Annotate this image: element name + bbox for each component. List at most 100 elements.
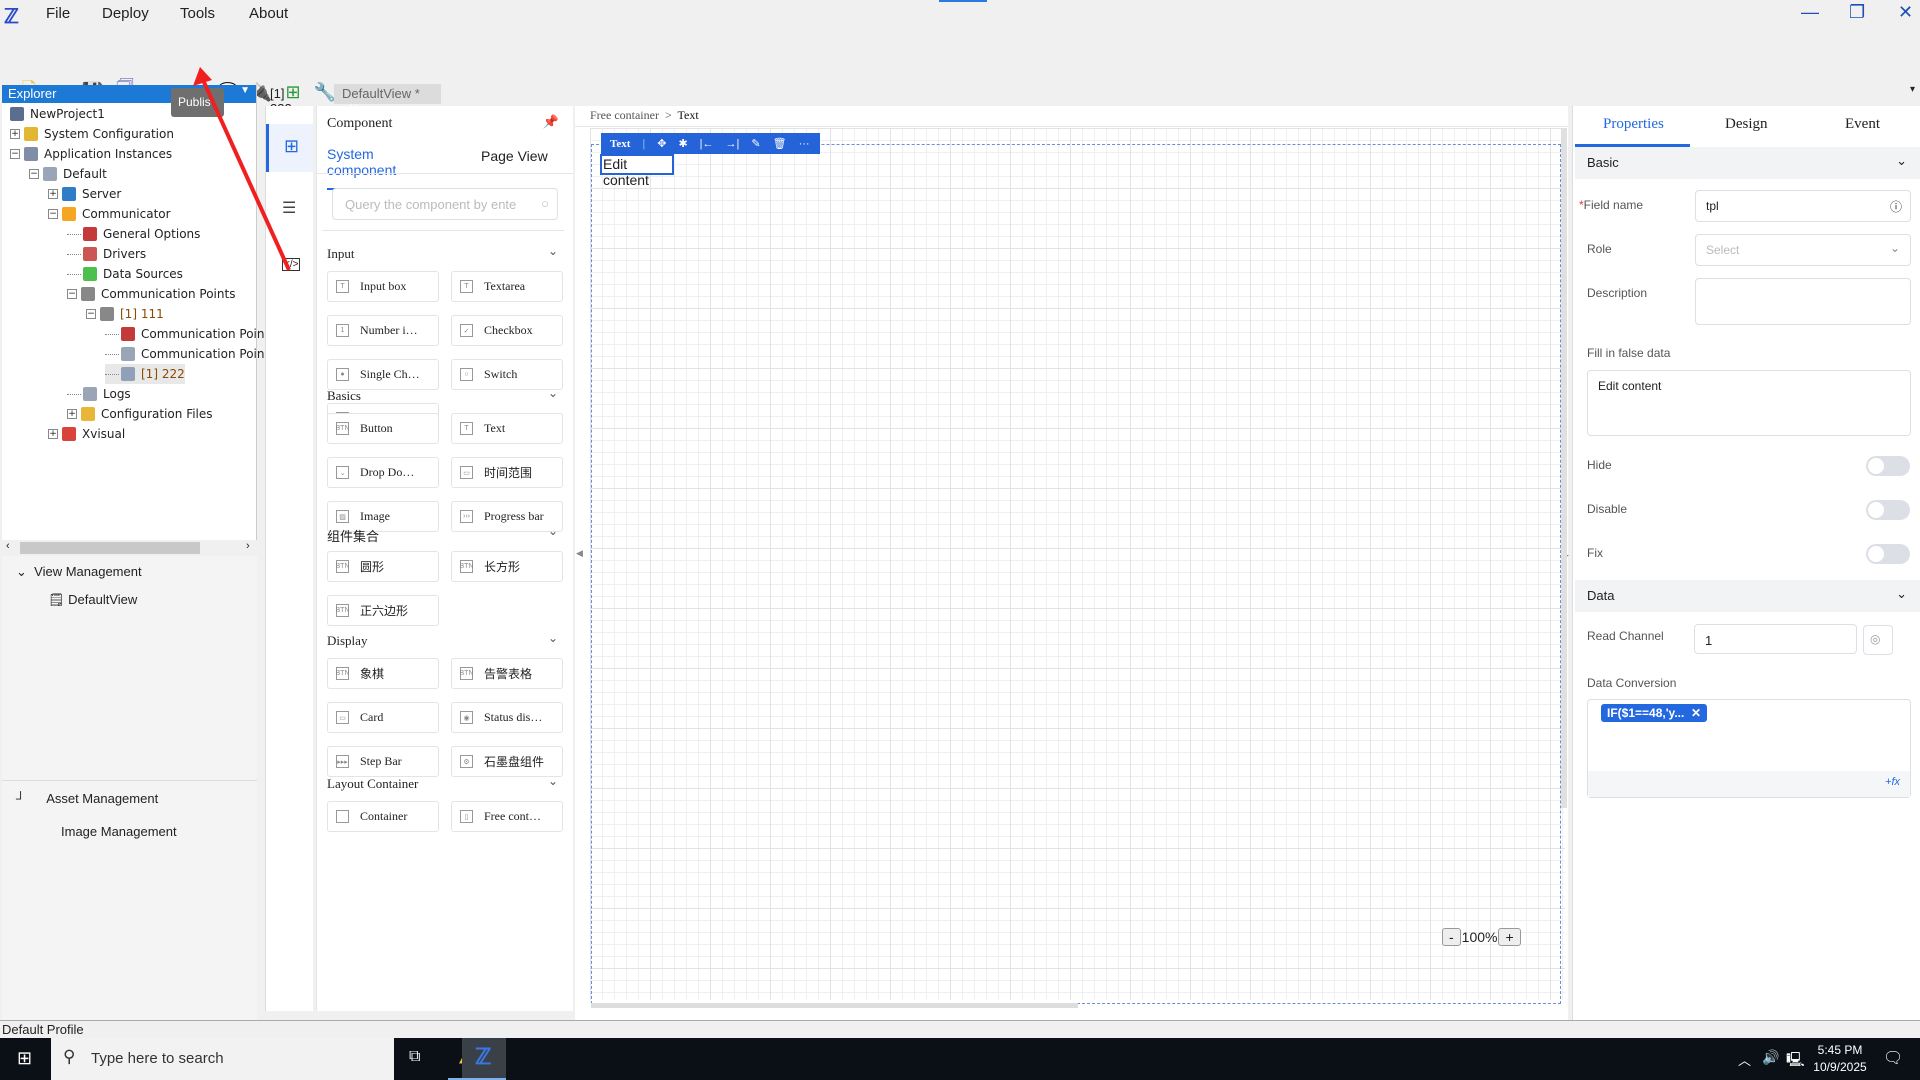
notification-icon[interactable]: 🗨 <box>1883 1048 1903 1068</box>
collapse-icon[interactable]: − <box>86 309 96 319</box>
component-item[interactable]: ▸▸▸ Step Bar <box>327 746 439 777</box>
zoom-in-button[interactable]: + <box>1498 928 1521 946</box>
tree-item[interactable]: Communication Poin <box>105 324 265 344</box>
expand-icon[interactable]: + <box>48 429 58 439</box>
move-icon[interactable]: ✥ <box>657 137 666 150</box>
component-item[interactable]: ✓ Checkbox <box>451 315 563 346</box>
info-icon[interactable]: ⓘ <box>1890 198 1902 215</box>
collapse-icon[interactable]: − <box>67 289 77 299</box>
component-item[interactable]: BTN 长方形 <box>451 551 563 582</box>
tree-item[interactable]: Communication Poin <box>105 344 265 364</box>
component-item[interactable]: BTN 告警表格 <box>451 658 563 689</box>
component-item[interactable]: BTN Button <box>327 413 439 444</box>
delete-icon[interactable]: 🗑 <box>773 137 787 150</box>
taskbar-search-input[interactable]: ⚲ Type here to search <box>51 1038 394 1080</box>
tab-design[interactable]: Design <box>1725 116 1768 133</box>
component-item[interactable]: BTN 圆形 <box>327 551 439 582</box>
tab-event[interactable]: Event <box>1845 116 1880 133</box>
component-search-input[interactable]: Query the component by ente ○ <box>332 188 558 220</box>
hide-toggle[interactable] <box>1866 456 1910 476</box>
component-item[interactable]: ▭ Card <box>327 702 439 733</box>
close-button[interactable]: ✕ <box>1898 2 1913 23</box>
component-item[interactable]: BTN 正六边形 <box>327 595 439 626</box>
align-right-icon[interactable]: →| <box>726 138 740 150</box>
edit-icon[interactable]: ✎ <box>751 137 760 150</box>
minimize-button[interactable]: — <box>1801 2 1819 23</box>
zoom-out-button[interactable]: - <box>1442 928 1461 946</box>
component-item[interactable]: T Text <box>451 413 563 444</box>
component-item[interactable]: Container <box>327 801 439 832</box>
view-management[interactable]: ⌄ View Management <box>16 564 142 580</box>
more-icon[interactable]: ··· <box>799 138 810 150</box>
section-组件集合[interactable]: 组件集合 ⌄ <box>327 524 564 545</box>
tree-line <box>105 333 119 335</box>
app-taskbar-button[interactable]: ℤ <box>462 1038 506 1080</box>
section-input[interactable]: Input ⌄ <box>327 244 564 262</box>
fx-button[interactable]: +fx <box>1885 776 1900 788</box>
scroll-left-icon[interactable]: ‹ <box>6 540 10 552</box>
component-item[interactable]: T Textarea <box>451 271 563 302</box>
section-basics[interactable]: Basics ⌄ <box>327 386 564 404</box>
tab-overflow-icon[interactable]: ▾ <box>1910 84 1915 95</box>
component-item[interactable]: 1 Number i… <box>327 315 439 346</box>
canvas-v-scrollbar[interactable] <box>1561 128 1567 808</box>
tree-h-scrollbar[interactable]: ‹ › <box>2 540 257 556</box>
free-container[interactable] <box>591 144 1561 1004</box>
component-item[interactable]: ◉ Status dis… <box>451 702 563 733</box>
text-element[interactable]: Edit content <box>600 154 674 188</box>
remove-tag-icon[interactable]: ✕ <box>1691 706 1701 720</box>
task-view-icon[interactable]: ⧉ <box>409 1048 420 1066</box>
tab-page-view[interactable]: Page View <box>481 148 548 164</box>
conversion-tag[interactable]: IF($1==48,'y... ✕ <box>1601 704 1708 722</box>
image-management[interactable]: Image Management <box>61 824 177 839</box>
expand-icon[interactable]: + <box>67 409 77 419</box>
section-display[interactable]: Display ⌄ <box>327 631 564 649</box>
pin-icon[interactable]: 📌 <box>543 114 559 130</box>
component-item[interactable]: ▯ Free cont… <box>451 801 563 832</box>
component-item[interactable]: ▭ 时间范围 <box>451 457 563 488</box>
component-item[interactable]: ○ Switch <box>451 359 563 390</box>
canvas-h-scrollbar[interactable] <box>591 1003 1078 1008</box>
disable-toggle[interactable] <box>1866 500 1910 520</box>
description-textarea[interactable] <box>1695 278 1911 325</box>
collapse-left-icon[interactable]: ◀ <box>576 548 583 559</box>
breadcrumb-text[interactable]: Text <box>678 108 699 122</box>
component-item[interactable]: ● Single Ch… <box>327 359 439 390</box>
network-icon[interactable]: 🖳 <box>1786 1049 1805 1073</box>
tree-item[interactable]: Logs <box>67 384 131 404</box>
tab-defaultview[interactable]: DefaultView * ✕ <box>334 84 441 116</box>
tree-item[interactable]: + Xvisual <box>48 424 125 444</box>
field-name-input[interactable]: tpl ⓘ <box>1695 190 1911 222</box>
fix-toggle[interactable] <box>1866 544 1910 564</box>
debug-icon[interactable]: ✱ <box>678 137 687 150</box>
data-section-header[interactable]: Data ⌄ <box>1575 580 1920 612</box>
breadcrumb-free-container[interactable]: Free container <box>590 108 659 122</box>
component-item[interactable]: ⌄ Drop Do… <box>327 457 439 488</box>
volume-icon[interactable]: 🔊 <box>1762 1049 1779 1066</box>
component-item[interactable]: BTN 象棋 <box>327 658 439 689</box>
maximize-button[interactable]: ❐ <box>1849 2 1865 23</box>
basic-title: Basic <box>1587 155 1619 170</box>
scroll-right-icon[interactable]: › <box>246 540 250 552</box>
component-item[interactable]: T Input box <box>327 271 439 302</box>
channel-picker-button[interactable]: ◎ <box>1863 625 1893 655</box>
align-left-icon[interactable]: |← <box>700 138 714 150</box>
windows-start-icon[interactable]: ⊞ <box>17 1048 32 1069</box>
section-layout-container[interactable]: Layout Container ⌄ <box>327 774 564 792</box>
data-conversion-box[interactable]: IF($1==48,'y... ✕ +fx <box>1587 699 1911 798</box>
asset-management[interactable]: ┘ Asset Management <box>16 791 158 806</box>
scrollbar-thumb[interactable] <box>20 542 200 554</box>
tree-item[interactable]: − [1] 111 <box>86 304 164 324</box>
tray-chevron-icon[interactable]: ︿ <box>1738 1050 1751 1069</box>
clock[interactable]: 5:45 PM 10/9/2025 <box>1812 1042 1868 1076</box>
tab-properties[interactable]: Properties <box>1603 116 1664 133</box>
read-channel-input[interactable]: 1 <box>1694 624 1857 654</box>
tree-item[interactable]: + Configuration Files <box>67 404 213 424</box>
role-select[interactable]: Select ⌄ <box>1695 234 1911 266</box>
tree-item[interactable]: [1] 222 <box>105 364 185 384</box>
component-item[interactable]: ⚙ 石墨盘组件 <box>451 746 563 777</box>
default-view-item[interactable]: 🗒 DefaultView <box>48 592 137 608</box>
fill-false-textarea[interactable]: Edit content <box>1587 370 1911 436</box>
tab-system-component[interactable]: System component <box>327 146 443 190</box>
basic-section-header[interactable]: Basic ⌄ <box>1575 147 1920 179</box>
